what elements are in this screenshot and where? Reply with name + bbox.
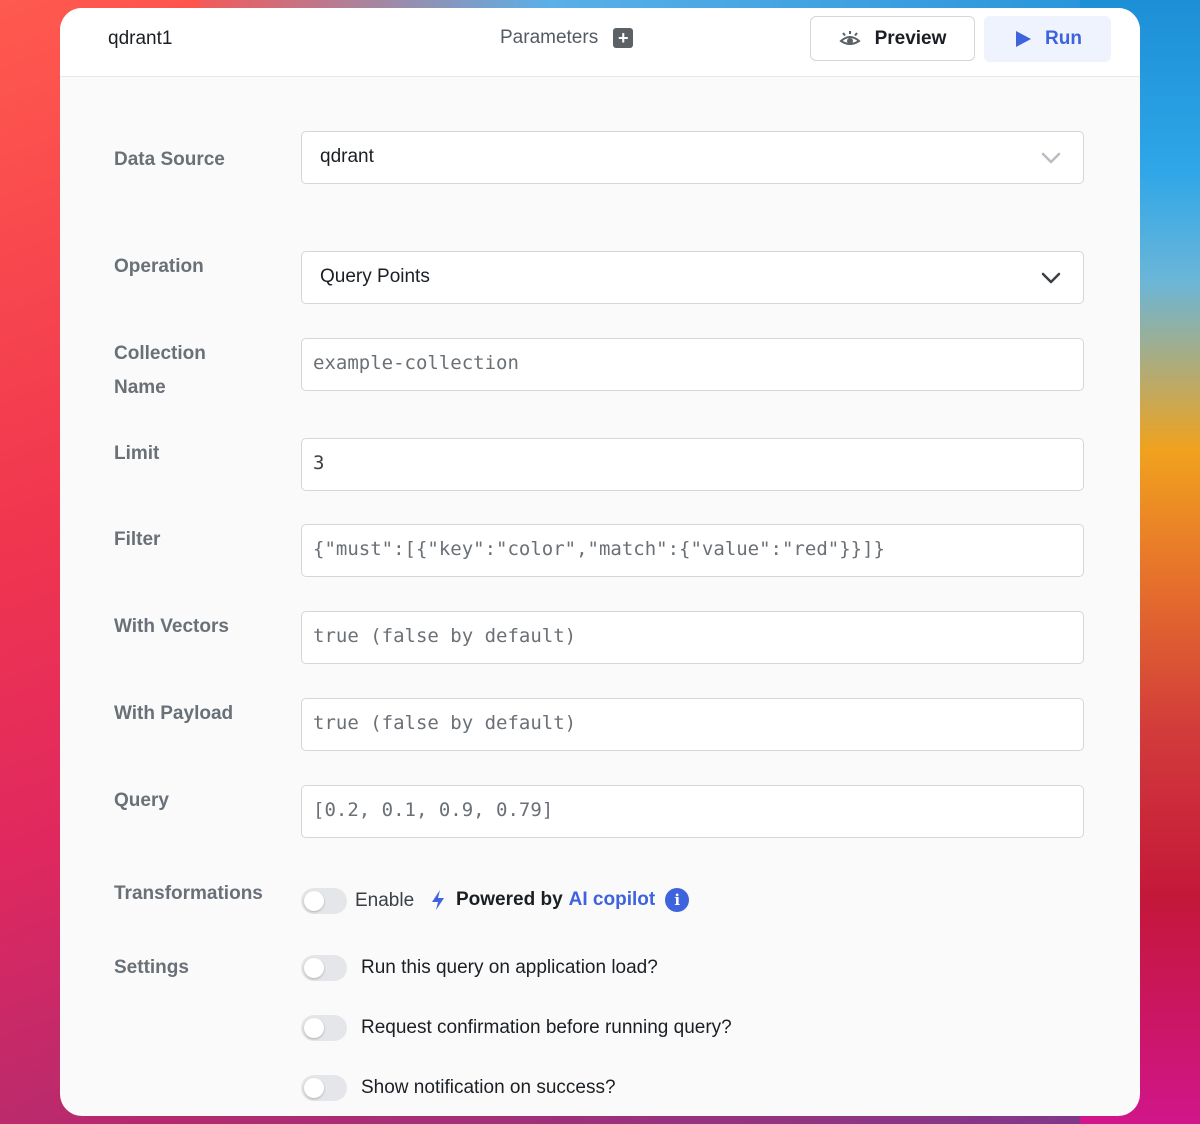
query-input[interactable]: [0.2, 0.1, 0.9, 0.79]	[301, 785, 1084, 838]
filter-input[interactable]: {"must":[{"key":"color","match":{"value"…	[301, 524, 1084, 577]
parameters-label: Parameters	[500, 27, 599, 48]
with-vectors-label: With Vectors	[114, 616, 229, 637]
collection-name-label-line1: Collection	[114, 343, 206, 364]
operation-select[interactable]: Query Points	[301, 251, 1084, 304]
preview-label: Preview	[874, 27, 947, 49]
data-source-label: Data Source	[114, 149, 225, 170]
filter-label: Filter	[114, 529, 161, 550]
run-label: Run	[1045, 28, 1082, 49]
ai-copilot-link[interactable]: AI copilot	[569, 889, 656, 911]
enable-label: Enable	[355, 890, 415, 911]
eye-icon	[838, 30, 861, 45]
collection-name-label-line2: Name	[114, 377, 166, 398]
run-button[interactable]: Run	[984, 16, 1111, 62]
chevron-down-icon	[1041, 152, 1061, 164]
limit-label: Limit	[114, 443, 160, 464]
show-notification-label: Show notification on success?	[361, 1077, 616, 1098]
limit-value: 3	[313, 452, 325, 474]
preview-button[interactable]: Preview	[810, 16, 975, 61]
lightning-icon	[432, 890, 444, 910]
data-source-value: qdrant	[320, 146, 374, 167]
transformations-toggle[interactable]	[301, 888, 347, 914]
collection-name-placeholder: example-collection	[313, 352, 519, 374]
settings-label: Settings	[114, 957, 189, 978]
run-on-load-toggle[interactable]	[301, 955, 347, 981]
powered-by-text: Powered by	[456, 889, 563, 910]
transformations-label: Transformations	[114, 883, 263, 904]
operation-value: Query Points	[320, 266, 430, 287]
filter-placeholder: {"must":[{"key":"color","match":{"value"…	[313, 538, 885, 560]
show-notification-toggle[interactable]	[301, 1075, 347, 1101]
with-vectors-input[interactable]: true (false by default)	[301, 611, 1084, 664]
add-parameter-icon[interactable]: +	[613, 28, 634, 48]
query-name[interactable]: qdrant1	[108, 28, 172, 50]
request-confirmation-label: Request confirmation before running quer…	[361, 1017, 732, 1038]
with-vectors-placeholder: true (false by default)	[313, 625, 577, 647]
request-confirmation-toggle[interactable]	[301, 1015, 347, 1041]
collection-name-input[interactable]: example-collection	[301, 338, 1084, 391]
limit-input[interactable]: 3	[301, 438, 1084, 491]
query-header: qdrant1 Parameters + Preview Run	[60, 8, 1140, 77]
play-icon	[1016, 31, 1032, 47]
data-source-select[interactable]: qdrant	[301, 131, 1084, 184]
ai-copilot-badge: Powered by AI copilot i	[430, 888, 690, 912]
with-payload-placeholder: true (false by default)	[313, 712, 577, 734]
parameters-section: Parameters +	[500, 27, 634, 49]
toggle-knob	[304, 891, 324, 911]
query-panel: qdrant1 Parameters + Preview Run Data So…	[60, 8, 1140, 1116]
run-on-load-label: Run this query on application load?	[361, 957, 658, 978]
info-icon[interactable]: i	[665, 888, 690, 912]
chevron-down-icon	[1041, 272, 1061, 284]
query-label: Query	[114, 790, 169, 811]
toggle-knob	[304, 1078, 324, 1098]
toggle-knob	[304, 1018, 324, 1038]
with-payload-label: With Payload	[114, 703, 234, 724]
collection-name-label: Collection Name	[114, 337, 264, 405]
toggle-knob	[304, 958, 324, 978]
operation-label: Operation	[114, 256, 204, 277]
with-payload-input[interactable]: true (false by default)	[301, 698, 1084, 751]
query-placeholder: [0.2, 0.1, 0.9, 0.79]	[313, 799, 554, 821]
